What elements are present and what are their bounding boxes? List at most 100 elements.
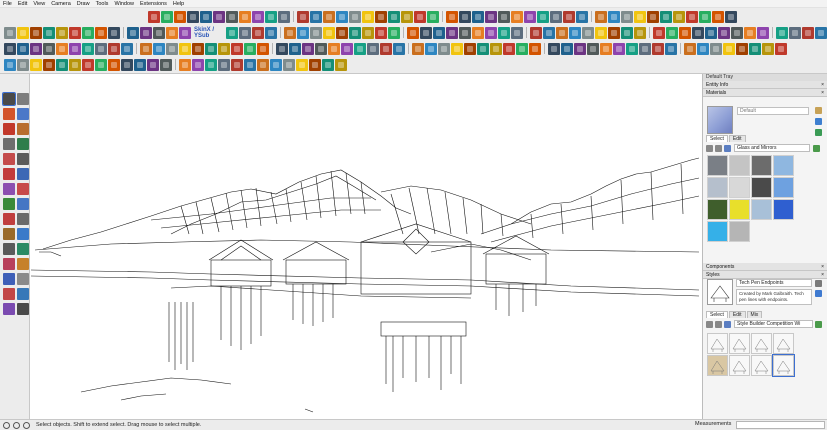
tool-icon[interactable] <box>17 108 29 120</box>
toolbar-tool-icon[interactable] <box>464 42 476 55</box>
toolbar-tool-icon[interactable] <box>543 26 555 39</box>
toolbar-tool-icon[interactable] <box>265 26 277 39</box>
menu-help[interactable]: Help <box>173 0 184 8</box>
toolbar-tool-icon[interactable] <box>200 10 212 23</box>
toolbar-tool-icon[interactable] <box>574 42 586 55</box>
toolbar-tool-icon[interactable] <box>153 26 165 39</box>
toolbar-tool-icon[interactable] <box>621 26 633 39</box>
toolbar-tool-icon[interactable] <box>231 58 243 71</box>
menu-view[interactable]: View <box>33 0 45 8</box>
toolbar-tool-icon[interactable] <box>653 26 665 39</box>
toolbar-tool-icon[interactable] <box>270 58 282 71</box>
toolbar-tool-icon[interactable] <box>283 58 295 71</box>
tool-icon[interactable] <box>17 243 29 255</box>
toolbar-tool-icon[interactable] <box>362 26 374 39</box>
material-swatch[interactable] <box>751 177 772 198</box>
toolbar-tool-icon[interactable] <box>226 10 238 23</box>
toolbar-tool-icon[interactable] <box>401 10 413 23</box>
toolbar-tool-icon[interactable] <box>673 10 685 23</box>
toolbar-tool-icon[interactable] <box>652 42 664 55</box>
toolbar-tool-icon[interactable] <box>634 10 646 23</box>
geolocation-icon[interactable] <box>3 421 10 429</box>
toolbar-tool-icon[interactable] <box>30 42 42 55</box>
close-icon[interactable]: × <box>821 263 824 271</box>
toolbar-tool-icon[interactable] <box>252 26 264 39</box>
tool-icon[interactable] <box>17 198 29 210</box>
toolbar-tool-icon[interactable] <box>310 10 322 23</box>
components-header[interactable]: Components × <box>703 263 827 271</box>
toolbar-tool-icon[interactable] <box>239 10 251 23</box>
toolbar-tool-icon[interactable] <box>485 26 497 39</box>
toolbar-tool-icon[interactable] <box>684 42 696 55</box>
toolbar-tool-icon[interactable] <box>56 26 68 39</box>
close-icon[interactable]: × <box>821 271 824 279</box>
toolbar-tool-icon[interactable] <box>472 10 484 23</box>
materials-header[interactable]: Materials × <box>703 89 827 97</box>
toolbar-tool-icon[interactable] <box>127 26 139 39</box>
tool-icon[interactable] <box>3 243 15 255</box>
toolbar-tool-icon[interactable] <box>388 10 400 23</box>
toolbar-tool-icon[interactable] <box>205 58 217 71</box>
toolbar-tool-icon[interactable] <box>498 26 510 39</box>
tool-icon[interactable] <box>17 288 29 300</box>
material-library-select[interactable]: Glass and Mirrors <box>734 144 810 152</box>
measurements-input[interactable] <box>736 421 825 429</box>
toolbar-tool-icon[interactable] <box>472 26 484 39</box>
toolbar-tool-icon[interactable] <box>265 10 277 23</box>
toolbar-tool-icon[interactable] <box>712 10 724 23</box>
style-library-select[interactable]: Style Builder Competition Wi <box>734 320 813 328</box>
toolbar-tool-icon[interactable] <box>323 26 335 39</box>
toolbar-tool-icon[interactable] <box>56 42 68 55</box>
toolbar-tool-icon[interactable] <box>297 10 309 23</box>
toolbar-tool-icon[interactable] <box>537 10 549 23</box>
toolbar-tool-icon[interactable] <box>121 42 133 55</box>
tool-icon[interactable] <box>3 183 15 195</box>
toolbar-tool-icon[interactable] <box>802 26 814 39</box>
toolbar-tool-icon[interactable] <box>134 58 146 71</box>
toolbar-tool-icon[interactable] <box>375 26 387 39</box>
toolbar-tool-icon[interactable] <box>349 10 361 23</box>
tool-icon[interactable] <box>17 258 29 270</box>
tab-edit[interactable]: Edit <box>728 135 746 142</box>
toolbar-tool-icon[interactable] <box>315 42 327 55</box>
toolbar-tool-icon[interactable] <box>160 58 172 71</box>
toolbar-tool-icon[interactable] <box>69 26 81 39</box>
material-swatch[interactable] <box>729 155 750 176</box>
style-thumbnail[interactable] <box>773 333 794 354</box>
toolbar-tool-icon[interactable] <box>679 26 691 39</box>
tool-icon[interactable] <box>17 303 29 315</box>
style-home-icon[interactable] <box>724 321 731 328</box>
toolbar-tool-icon[interactable] <box>276 42 288 55</box>
toolbar-tool-icon[interactable] <box>388 26 400 39</box>
toolbar-tool-icon[interactable] <box>407 26 419 39</box>
toolbar-tool-icon[interactable] <box>148 10 160 23</box>
toolbar-tool-icon[interactable] <box>789 26 801 39</box>
toolbar-tool-icon[interactable] <box>548 42 560 55</box>
tool-icon[interactable] <box>3 123 15 135</box>
toolbar-tool-icon[interactable] <box>302 42 314 55</box>
toolbar-tool-icon[interactable] <box>608 10 620 23</box>
toolbar-tool-icon[interactable] <box>108 42 120 55</box>
toolbar-tool-icon[interactable] <box>296 58 308 71</box>
toolbar-tool-icon[interactable] <box>587 42 599 55</box>
toolbar-tool-icon[interactable] <box>420 26 432 39</box>
toolbar-tool-icon[interactable] <box>563 10 575 23</box>
menu-tools[interactable]: Tools <box>96 0 109 8</box>
toolbar-tool-icon[interactable] <box>446 26 458 39</box>
toolbar-tool-icon[interactable] <box>511 10 523 23</box>
toolbar-tool-icon[interactable] <box>30 26 42 39</box>
toolbar-tool-icon[interactable] <box>69 42 81 55</box>
toolbar-tool-icon[interactable] <box>647 10 659 23</box>
tool-icon[interactable] <box>17 213 29 225</box>
style-back-icon[interactable] <box>706 321 713 328</box>
toolbar-tool-icon[interactable] <box>451 42 463 55</box>
toolbar-tool-icon[interactable] <box>213 10 225 23</box>
toolbar-tool-icon[interactable] <box>257 58 269 71</box>
toolbar-tool-icon[interactable] <box>665 42 677 55</box>
toolbar-tool-icon[interactable] <box>328 42 340 55</box>
material-swatch[interactable] <box>751 155 772 176</box>
style-forward-icon[interactable] <box>715 321 722 328</box>
toolbar-tool-icon[interactable] <box>4 42 16 55</box>
material-swatch[interactable] <box>707 155 728 176</box>
tool-icon[interactable] <box>17 138 29 150</box>
